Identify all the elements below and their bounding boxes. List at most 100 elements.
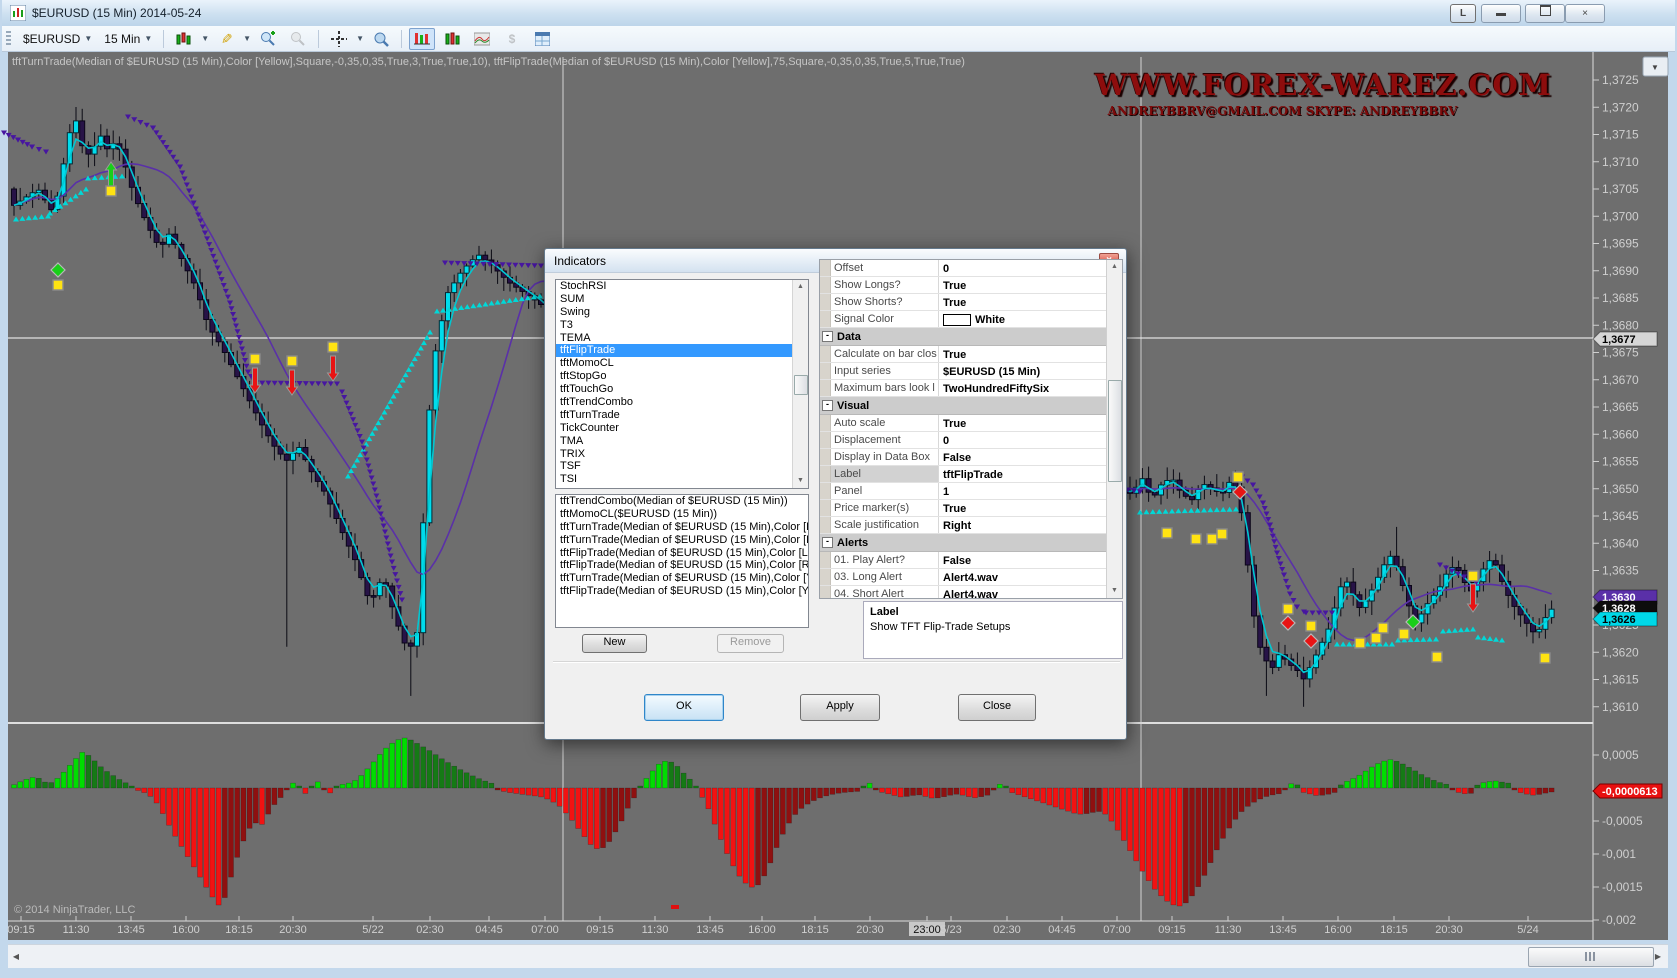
property-row[interactable]: Auto scaleTrue: [820, 415, 1122, 432]
property-row[interactable]: Show Shorts?True: [820, 294, 1122, 311]
grid-button[interactable]: [529, 28, 555, 50]
property-row[interactable]: Panel1: [820, 483, 1122, 500]
scrollbar-thumb[interactable]: [794, 375, 808, 395]
signal-square: [1468, 571, 1478, 581]
maximize-button[interactable]: [1525, 4, 1565, 23]
scroll-right-arrow[interactable]: ▶: [1650, 947, 1666, 966]
candlestick: [105, 136, 110, 149]
property-row[interactable]: 01. Play Alert?False: [820, 552, 1122, 569]
histogram-bar: [1425, 778, 1430, 788]
indicator-list-item[interactable]: tftTouchGo: [556, 383, 808, 396]
scroll-left-arrow[interactable]: ◀: [8, 947, 24, 966]
interval-select[interactable]: 15 Min▼: [100, 30, 156, 48]
indicator-list-item[interactable]: TMA: [556, 435, 808, 448]
property-row[interactable]: Scale justificationRight: [820, 517, 1122, 534]
histogram-bar: [594, 788, 599, 849]
applied-indicator-item[interactable]: tftFlipTrade(Median of $EURUSD (15 Min),…: [556, 559, 808, 572]
indicator-list-item[interactable]: tftFlipTrade: [556, 344, 808, 357]
close-button[interactable]: ×: [1565, 4, 1605, 23]
applied-indicator-item[interactable]: tftFlipTrade(Median of $EURUSD (15 Min),…: [556, 585, 808, 598]
scroll-down-icon[interactable]: ▼: [1107, 584, 1122, 598]
applied-indicator-item[interactable]: tftTurnTrade(Median of $EURUSD (15 Min),…: [556, 572, 808, 585]
remove-button[interactable]: Remove: [717, 634, 784, 653]
property-row[interactable]: Show Longs?True: [820, 277, 1122, 294]
scroll-up-icon[interactable]: ▲: [793, 280, 808, 294]
property-category[interactable]: -Data: [820, 328, 1122, 346]
close-button-dialog[interactable]: Close: [958, 694, 1036, 721]
property-category[interactable]: -Visual: [820, 397, 1122, 415]
chevron-down-icon[interactable]: ▼: [201, 34, 209, 43]
property-row[interactable]: Offset0: [820, 260, 1122, 277]
scroll-up-icon[interactable]: ▲: [1107, 260, 1122, 274]
indicator-list-item[interactable]: TSF: [556, 460, 808, 473]
property-row[interactable]: Display in Data BoxFalse: [820, 449, 1122, 466]
zoom-in-button[interactable]: [255, 28, 281, 50]
time-label: 16:00: [1324, 924, 1352, 936]
scroll-down-icon[interactable]: ▼: [793, 474, 808, 488]
indicator-list-item[interactable]: T3: [556, 319, 808, 332]
applied-indicator-item[interactable]: tftTurnTrade(Median of $EURUSD (15 Min),…: [556, 521, 808, 534]
histogram-bar: [98, 767, 103, 788]
scrollbar-thumb[interactable]: [1108, 380, 1122, 482]
property-row[interactable]: Calculate on bar closTrue: [820, 346, 1122, 363]
applied-indicator-item[interactable]: tftTrendCombo(Median of $EURUSD (15 Min)…: [556, 495, 808, 508]
histogram-bar: [24, 779, 29, 788]
property-row[interactable]: 03. Long AlertAlert4.wav: [820, 569, 1122, 586]
indicator-list-item[interactable]: tftMomoCL: [556, 357, 808, 370]
time-label: 04:45: [1048, 924, 1076, 936]
indicator-list-item[interactable]: SUM: [556, 293, 808, 306]
chevron-down-icon[interactable]: ▼: [243, 34, 251, 43]
indicator-list-item[interactable]: tftStopGo: [556, 370, 808, 383]
histogram-bar: [601, 788, 606, 848]
property-row[interactable]: Maximum bars look lTwoHundredFiftySix: [820, 380, 1122, 397]
zoom-out-button[interactable]: [285, 28, 311, 50]
toolbar-grip[interactable]: [6, 31, 11, 47]
panel-button[interactable]: [409, 28, 435, 50]
property-category[interactable]: -Alerts: [820, 534, 1122, 552]
horizontal-scrollbar[interactable]: ◀ ▶: [8, 944, 1668, 968]
data-box-button[interactable]: [368, 28, 394, 50]
applied-indicator-item[interactable]: tftMomoCL($EURUSD (15 Min)): [556, 508, 808, 521]
link-button[interactable]: L: [1450, 4, 1476, 23]
indicator-listbox[interactable]: StochRSISUMSwingT3TEMAtftFlipTradetftMom…: [555, 279, 809, 489]
indicator-list-item[interactable]: StochRSI: [556, 280, 808, 293]
property-row[interactable]: Input series$EURUSD (15 Min): [820, 363, 1122, 380]
chart-style-button[interactable]: [171, 28, 197, 50]
chevron-down-icon[interactable]: ▼: [356, 34, 364, 43]
apply-button[interactable]: Apply: [800, 694, 880, 721]
indicator-list-item[interactable]: TickCounter: [556, 422, 808, 435]
bars-button[interactable]: [439, 28, 465, 50]
indicator-list-item[interactable]: Swing: [556, 306, 808, 319]
indicator-list-item[interactable]: TEMA: [556, 332, 808, 345]
histogram-bar: [365, 769, 370, 788]
chevron-down-icon[interactable]: ▼: [1651, 63, 1659, 72]
indicator-list-scrollbar[interactable]: ▲ ▼: [792, 280, 808, 488]
applied-indicators-listbox[interactable]: tftTrendCombo(Median of $EURUSD (15 Min)…: [555, 494, 809, 628]
crosshair-button[interactable]: [326, 28, 352, 50]
scrollbar-thumb[interactable]: [1528, 947, 1654, 967]
instrument-select[interactable]: $EURUSD▼: [19, 30, 96, 48]
property-row[interactable]: Price marker(s)True: [820, 500, 1122, 517]
indicator-list-item[interactable]: tftTurnTrade: [556, 409, 808, 422]
ok-button[interactable]: OK: [644, 694, 724, 721]
applied-indicator-item[interactable]: tftFlipTrade(Median of $EURUSD (15 Min),…: [556, 547, 808, 560]
property-row[interactable]: 04. Short AlertAlert4.wav: [820, 586, 1122, 599]
indicator-list-item[interactable]: tftTrendCombo: [556, 396, 808, 409]
new-button[interactable]: New: [582, 634, 647, 653]
indicator-list-item[interactable]: TRIX: [556, 448, 808, 461]
property-grid[interactable]: Offset0Show Longs?TrueShow Shorts?TrueSi…: [819, 259, 1123, 599]
histogram-bar: [111, 776, 116, 788]
property-grid-scrollbar[interactable]: ▲ ▼: [1106, 260, 1122, 598]
region-button[interactable]: [469, 28, 495, 50]
histogram-bar: [973, 788, 978, 798]
property-row[interactable]: Displacement0: [820, 432, 1122, 449]
draw-button[interactable]: ✎: [213, 28, 239, 50]
property-row[interactable]: LabeltftFlipTrade: [820, 466, 1122, 483]
dollar-button[interactable]: $: [499, 28, 525, 50]
minimize-button[interactable]: ▬: [1481, 4, 1521, 23]
histogram-bar: [911, 788, 916, 795]
applied-indicator-item[interactable]: tftTurnTrade(Median of $EURUSD (15 Min),…: [556, 534, 808, 547]
property-row[interactable]: Signal ColorWhite: [820, 311, 1122, 328]
indicator-list-item[interactable]: TSI: [556, 473, 808, 486]
histogram-bar: [904, 788, 909, 796]
